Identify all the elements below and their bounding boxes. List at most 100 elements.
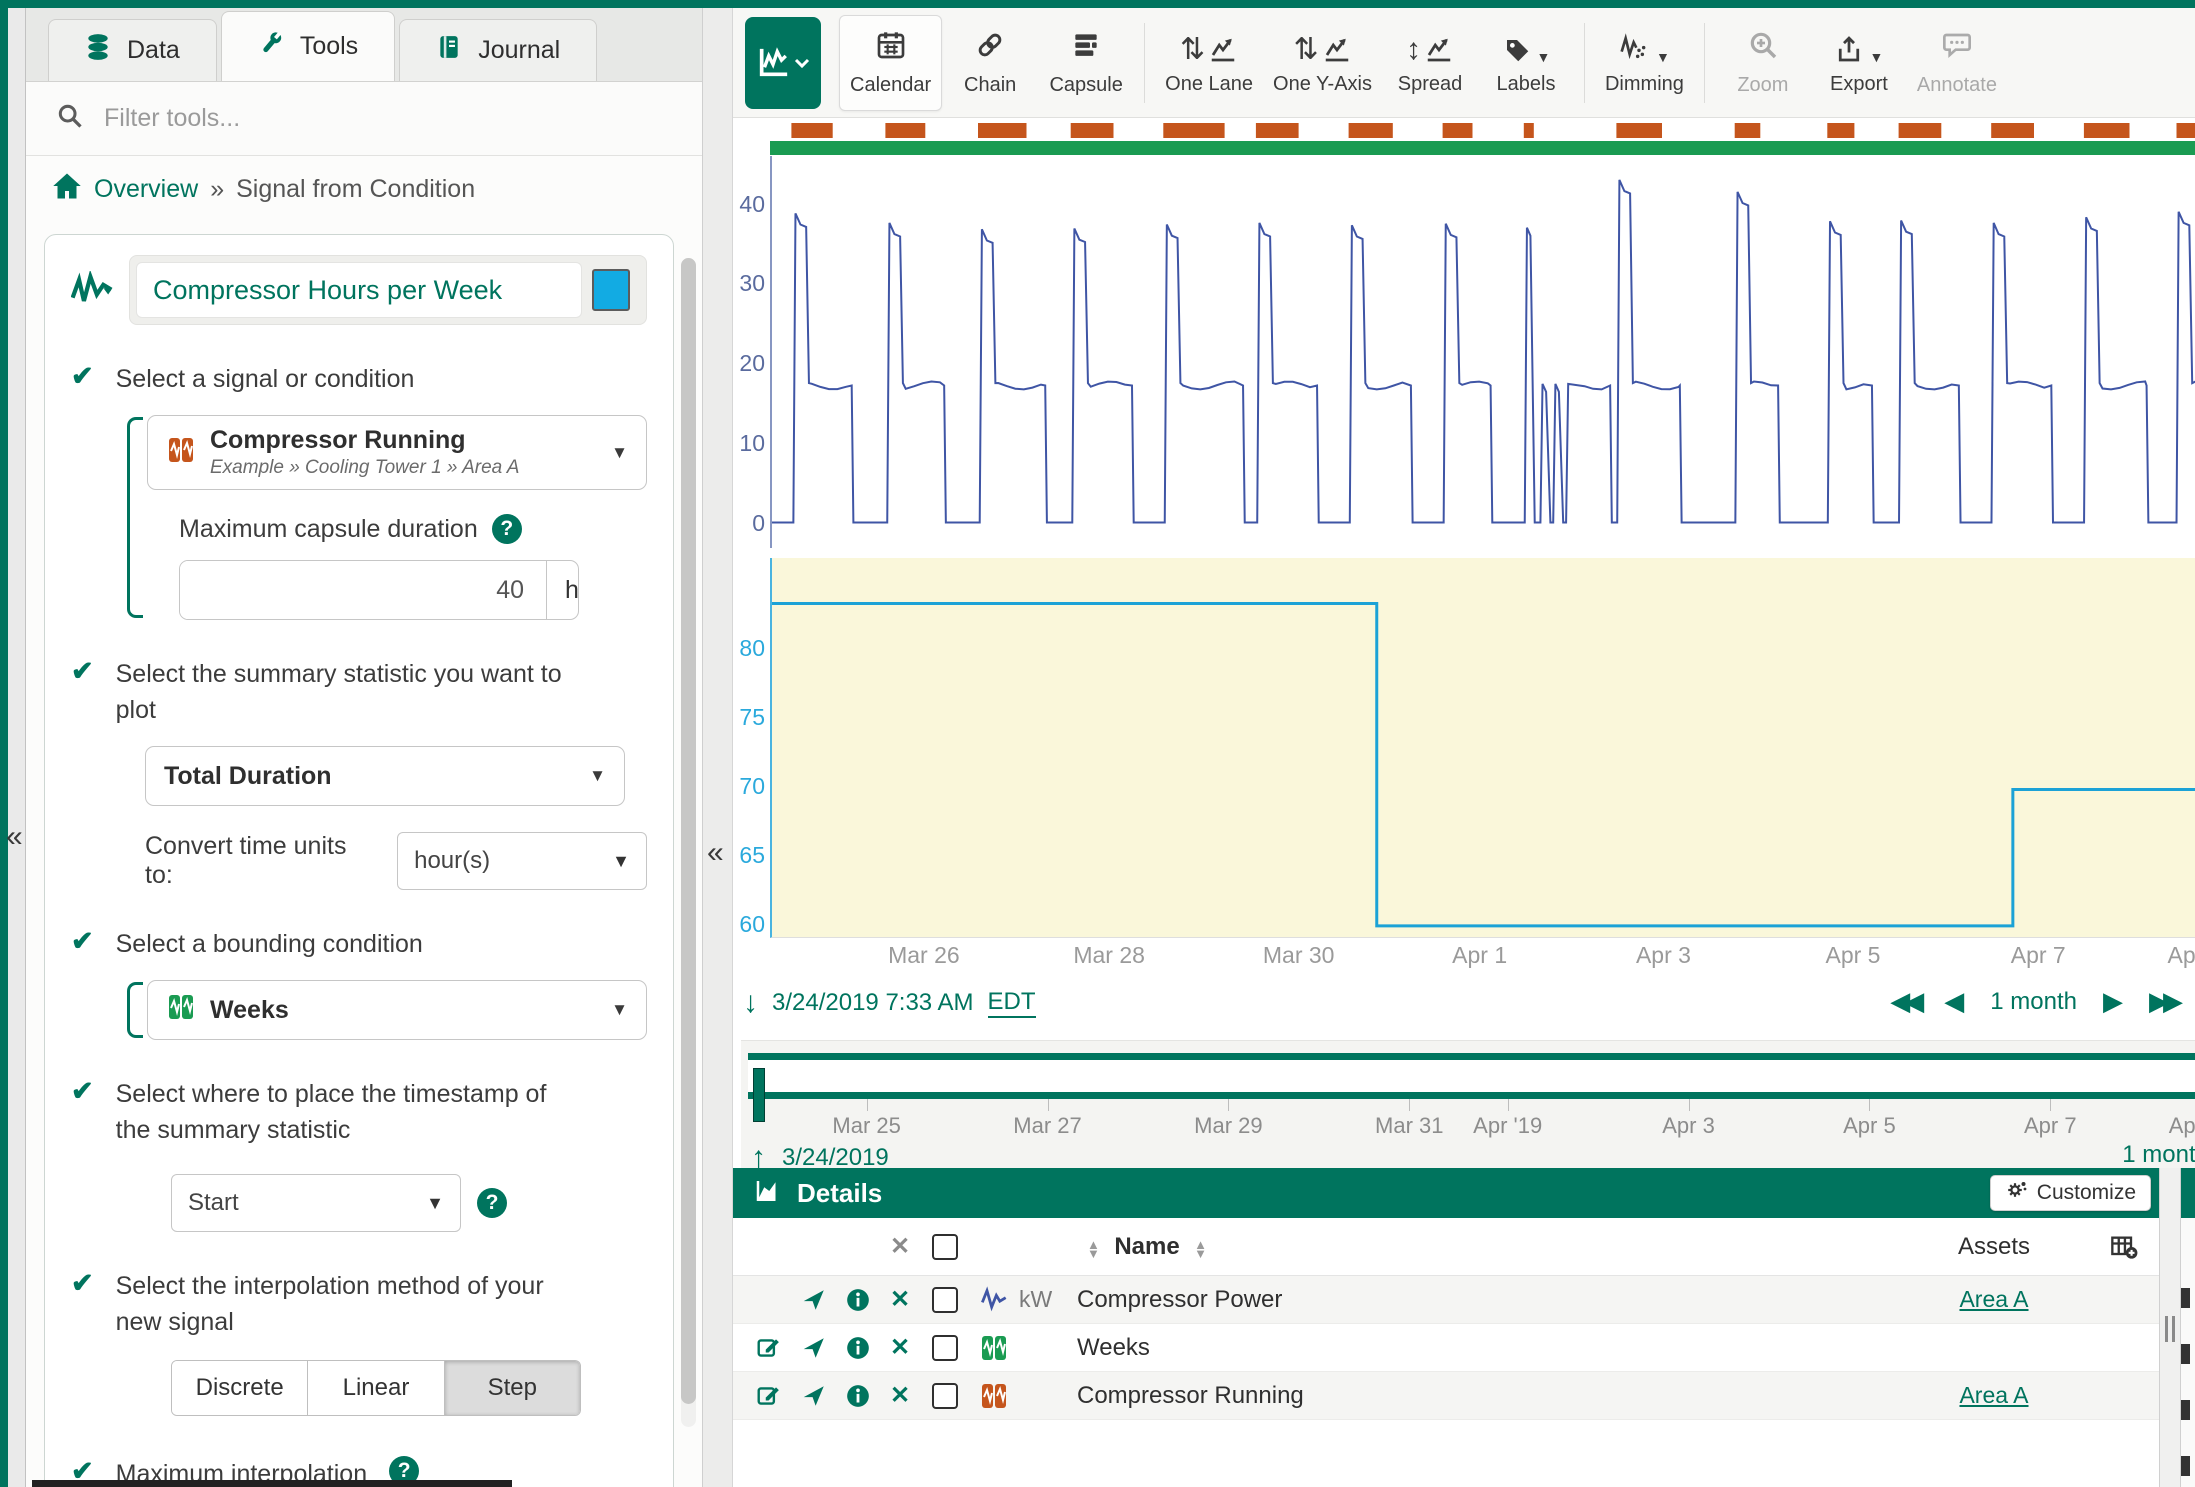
condition-type-icon-orange (969, 1381, 1019, 1411)
max-capsule-value-input[interactable] (180, 561, 546, 619)
remove-icon[interactable]: ✕ (879, 1333, 921, 1362)
condition-select-name: Compressor Running (210, 426, 519, 455)
select-all-checkbox[interactable] (932, 1234, 958, 1260)
details-row-weeks[interactable]: ✕ Weeks (733, 1324, 2159, 1372)
timebar-selected-range[interactable] (748, 1053, 2195, 1099)
tab-tools[interactable]: Tools (221, 11, 395, 81)
bounding-condition-value: Weeks (210, 996, 289, 1025)
row-asset-link[interactable]: Area A (1899, 1286, 2089, 1313)
chevron-down-icon (794, 55, 810, 71)
send-to-trend-icon[interactable] (791, 1287, 837, 1313)
edit-icon[interactable] (747, 1335, 791, 1361)
signal-type-icon (969, 1286, 1019, 1314)
customize-button-label: Customize (2037, 1181, 2136, 1205)
toolbar-button-export[interactable]: ▼ Export (1811, 15, 1907, 111)
sort-icon[interactable]: ▲▼ (1194, 1240, 1207, 1258)
help-icon[interactable]: ? (477, 1188, 507, 1218)
details-splitter[interactable] (2159, 1168, 2181, 1487)
tab-data[interactable]: Data (48, 19, 217, 81)
max-capsule-label: Maximum capsule duration (179, 515, 478, 544)
details-row-compressor-power[interactable]: ✕ kW Compressor Power Area A (733, 1276, 2159, 1324)
info-icon[interactable] (837, 1287, 879, 1313)
interpolation-option-linear[interactable]: Linear (308, 1361, 444, 1415)
interpolation-section: ✔ Select the interpolation method of you… (71, 1268, 647, 1340)
send-to-trend-icon[interactable] (791, 1335, 837, 1361)
trend-toolbar: Calendar Chain Capsule ⇅ One Lane ⇅ One … (733, 8, 2195, 118)
toolbar-button-dimming[interactable]: ▼ Dimming (1595, 15, 1694, 111)
toolbar-button-labels[interactable]: ▼ Labels (1478, 15, 1574, 111)
max-capsule-unit-select[interactable]: hour(s) ▼ (546, 561, 579, 619)
timestamp-select[interactable]: Start ▼ (171, 1174, 461, 1232)
signal-icon (71, 271, 113, 310)
step-forward-half-icon[interactable]: ▶ (2103, 986, 2123, 1017)
row-asset-link[interactable]: Area A (1899, 1382, 2089, 1409)
convert-units-row: Convert time units to: hour(s) ▼ (145, 832, 647, 890)
remove-icon[interactable]: ✕ (879, 1285, 921, 1314)
result-name-input[interactable] (136, 262, 582, 318)
tools-panel-horizontal-scrollbar[interactable] (32, 1480, 512, 1487)
toolbar-button-calendar[interactable]: Calendar (839, 15, 942, 111)
toolbar-button-capsule[interactable]: Capsule (1038, 15, 1134, 111)
timebar-tick-label: Apr 3 (1619, 1113, 1759, 1139)
home-icon[interactable] (52, 172, 82, 207)
step-back-full-icon[interactable]: ◀◀ (1890, 986, 1918, 1017)
scrollbar-thumb[interactable] (681, 258, 696, 1404)
weeks-lane-plot[interactable] (770, 558, 2195, 938)
remove-icon[interactable]: ✕ (879, 1381, 921, 1410)
breadcrumb-overview-link[interactable]: Overview (94, 175, 198, 204)
tab-journal[interactable]: Journal (399, 19, 597, 81)
timezone-link[interactable]: EDT (988, 988, 1036, 1018)
help-icon[interactable]: ? (492, 514, 522, 544)
details-row-compressor-running[interactable]: ✕ Compressor Running Area A (733, 1372, 2159, 1420)
convert-units-select[interactable]: hour(s) ▼ (397, 832, 647, 890)
toolbar-separator (1704, 23, 1705, 103)
edit-icon[interactable] (747, 1383, 791, 1409)
toolbar-button-spread[interactable]: ↕ Spread (1382, 15, 1478, 111)
info-icon[interactable] (837, 1335, 879, 1361)
remove-column-icon[interactable]: ✕ (879, 1232, 921, 1261)
row-checkbox[interactable] (932, 1383, 958, 1409)
filter-tools-input[interactable] (104, 104, 597, 133)
signal-from-condition-form: ✔ Select a signal or condition Compresso… (44, 234, 674, 1487)
collapse-tools-panel-icon[interactable]: « (707, 836, 724, 870)
interpolation-option-step[interactable]: Step (445, 1361, 580, 1415)
step-back-half-icon[interactable]: ◀ (1944, 986, 1964, 1017)
timebar-duration[interactable]: 1 month (2122, 1141, 2195, 1169)
weeks-y-tick: 80 (733, 635, 765, 662)
toolbar-button-label: Spread (1398, 73, 1463, 96)
panel-splitter[interactable]: « (702, 8, 733, 1487)
condition-select[interactable]: Compressor Running Example » Cooling Tow… (147, 415, 647, 490)
toolbar-button-one-lane[interactable]: ⇅ One Lane (1155, 15, 1263, 111)
row-checkbox[interactable] (932, 1287, 958, 1313)
toolbar-button-chain[interactable]: Chain (942, 15, 1038, 111)
chevron-down-icon: ▼ (612, 851, 630, 872)
sort-icon[interactable]: ▲▼ (1087, 1240, 1100, 1258)
max-capsule-label-row: Maximum capsule duration ? (179, 514, 647, 544)
customize-button[interactable]: Customize (1990, 1175, 2151, 1211)
display-range-start[interactable]: 3/24/2019 7:33 AM (772, 989, 974, 1017)
interpolation-option-discrete[interactable]: Discrete (172, 1361, 308, 1415)
details-header: Details Customize (733, 1168, 2159, 1218)
bounding-condition-select[interactable]: Weeks ▼ (147, 980, 647, 1040)
assets-column-header[interactable]: Assets (1899, 1233, 2089, 1261)
stat-select-value: Total Duration (164, 762, 332, 791)
row-checkbox[interactable] (932, 1335, 958, 1361)
stat-select[interactable]: Total Duration ▼ (145, 746, 625, 806)
toolbar-button-one-y-axis[interactable]: ⇅ One Y-Axis (1263, 15, 1382, 111)
capsule-lane[interactable] (770, 122, 2195, 156)
power-trend-plot[interactable] (770, 156, 2195, 548)
check-icon: ✔ (71, 656, 94, 686)
tools-panel-scrollbar[interactable] (681, 258, 696, 1427)
collapse-left-panel-icon[interactable]: « (6, 820, 23, 854)
timestamp-section-label: Select where to place the timestamp of t… (116, 1076, 586, 1148)
display-range-duration[interactable]: 1 month (1990, 988, 2077, 1016)
weeks-y-tick: 75 (733, 704, 765, 731)
step-forward-full-icon[interactable]: ▶▶ (2149, 986, 2177, 1017)
send-to-trend-icon[interactable] (791, 1383, 837, 1409)
signal-section-label: Select a signal or condition (116, 361, 415, 397)
color-swatch-button[interactable] (592, 269, 630, 311)
name-column-header[interactable]: Name (1114, 1233, 1179, 1260)
tools-panel: Data Tools Journal Overview » Signal fro… (26, 8, 702, 1487)
info-icon[interactable] (837, 1383, 879, 1409)
add-column-icon[interactable] (2089, 1234, 2159, 1260)
